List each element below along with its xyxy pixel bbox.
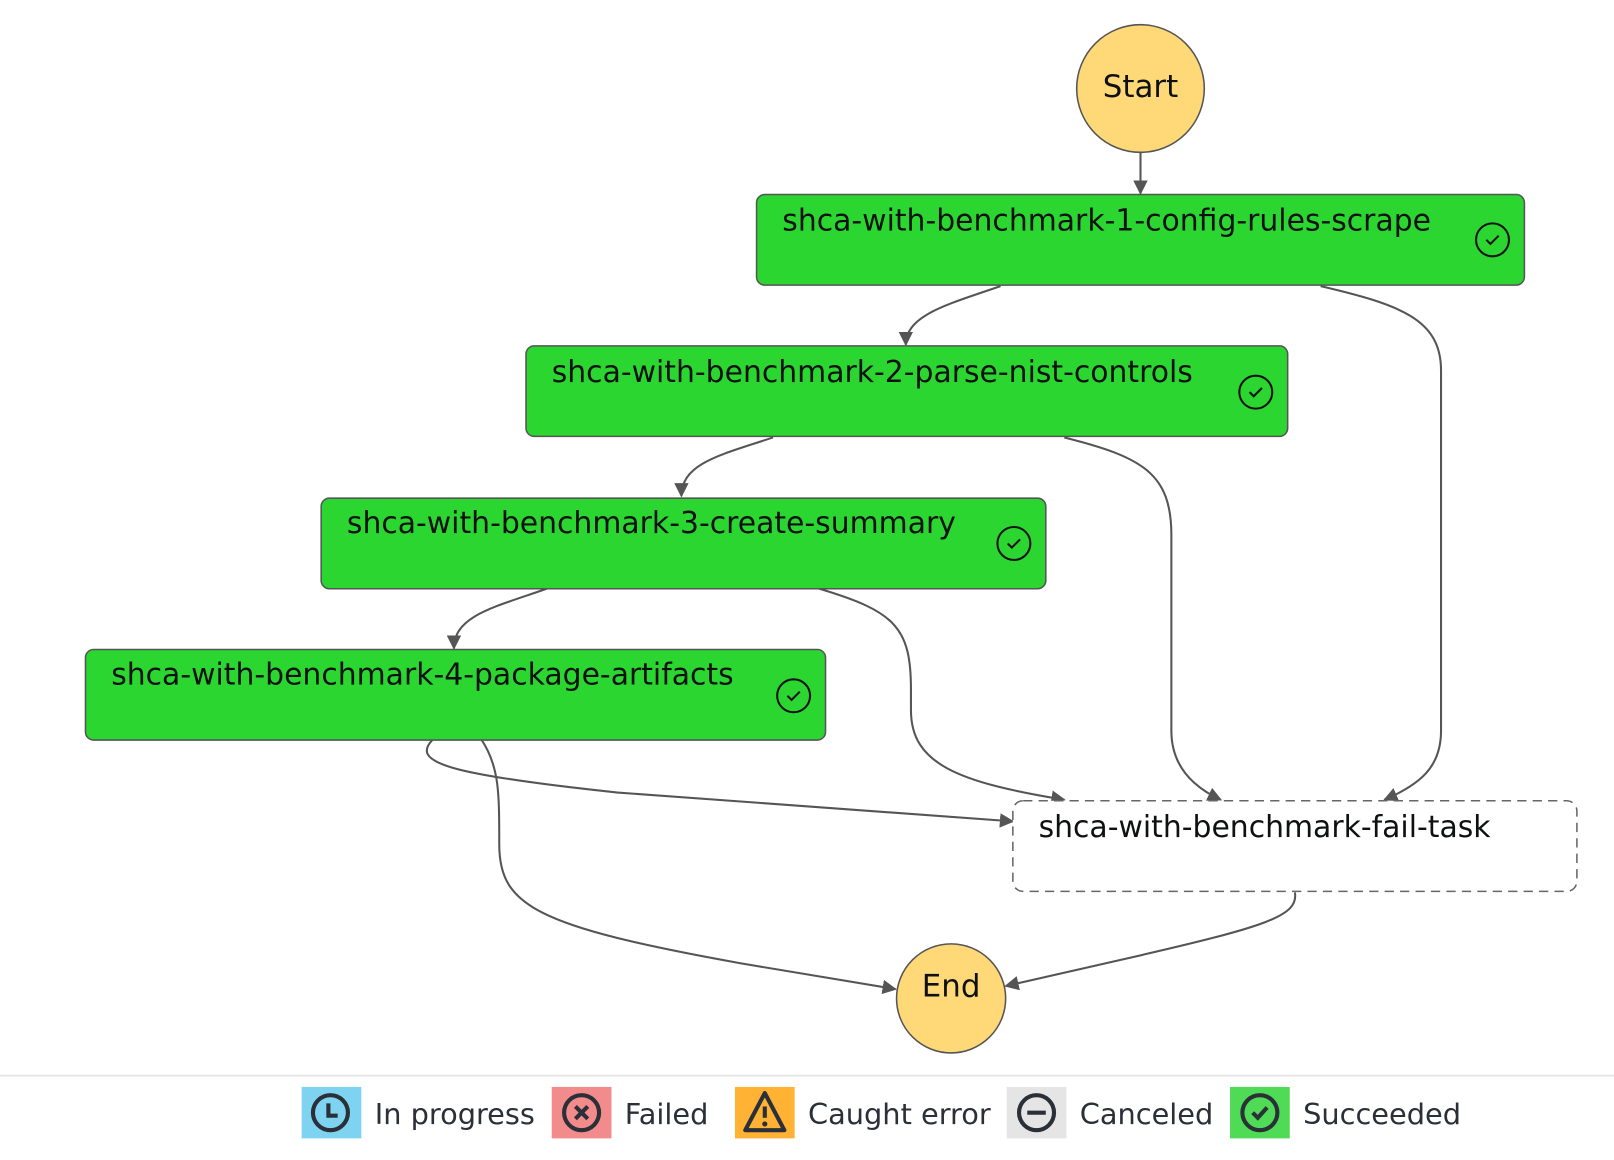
state-step1[interactable]: shca-with-benchmark-1-config-rules-scrap… [755,193,1526,286]
edge-step1-fail [1320,285,1443,802]
legend-label: In progress [375,1097,535,1131]
state-fail-task[interactable]: shca-with-benchmark-fail-task [1012,800,1578,893]
legend-item-failed: Failed [551,1086,709,1139]
state-fail-task-label: shca-with-benchmark-fail-task [1039,810,1492,845]
legend-label: Failed [625,1097,709,1131]
edge-step1-step2 [898,285,1001,347]
end-node[interactable]: End [895,943,1007,1054]
start-node[interactable]: Start [1075,23,1206,154]
edge-fail-end [1004,892,1297,991]
state-step4-label: shca-with-benchmark-4-package-artifacts [111,657,733,692]
legend-label: Canceled [1080,1097,1214,1131]
state-step2-label: shca-with-benchmark-2-parse-nist-control… [552,355,1193,390]
end-label: End [922,969,981,1005]
legend-item-in-progress: In progress [301,1086,535,1139]
legend: In progress Failed Caught error Canceled… [301,1086,1461,1139]
start-label: Start [1103,69,1178,105]
edge-step4-end [480,739,897,995]
state-step4[interactable]: shca-with-benchmark-4-package-artifacts [84,648,827,741]
legend-label: Caught error [808,1097,991,1131]
state-step2[interactable]: shca-with-benchmark-2-parse-nist-control… [525,345,1289,438]
edge-step3-fail [819,587,1066,805]
edge-step3-step4 [446,587,547,650]
legend-item-caught-error: Caught error [734,1086,991,1139]
state-step3[interactable]: shca-with-benchmark-3-create-summary [320,497,1047,590]
edge-step2-step3 [674,436,774,498]
legend-label: Succeeded [1303,1097,1461,1131]
edge-step2-fail [1064,436,1223,801]
legend-item-succeeded: Succeeded [1230,1086,1461,1139]
state-step1-label: shca-with-benchmark-1-config-rules-scrap… [782,204,1431,239]
state-machine-graph: Start shca-with-benchmark-1-config-rules… [0,23,1614,1139]
legend-item-canceled: Canceled [1006,1086,1214,1139]
state-step3-label: shca-with-benchmark-3-create-summary [347,506,956,541]
